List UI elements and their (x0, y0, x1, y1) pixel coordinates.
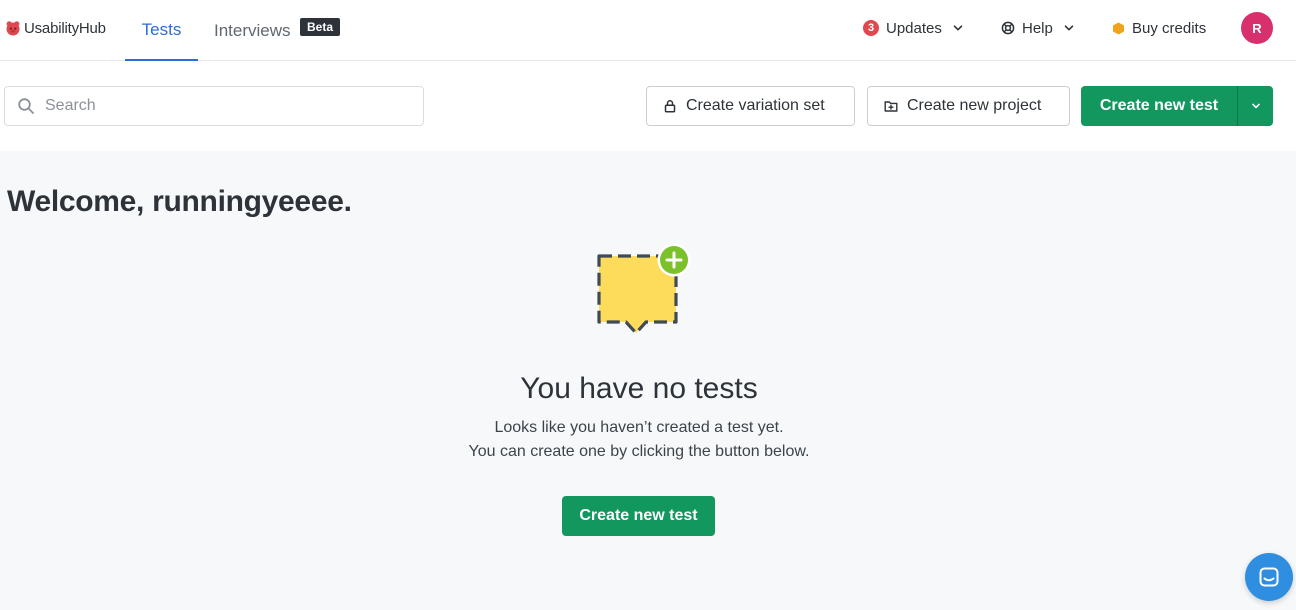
create-test-options-dropdown[interactable] (1237, 86, 1273, 126)
chevron-down-icon (953, 25, 963, 31)
welcome-heading: Welcome, runningyeeee. (7, 185, 352, 218)
empty-tests-illustration (597, 243, 691, 335)
search-box[interactable] (4, 86, 424, 126)
help-label: Help (1022, 19, 1053, 37)
create-variation-set-label: Create variation set (686, 97, 825, 114)
brand-name: UsabilityHub (24, 19, 106, 37)
credits-coin-icon (1113, 22, 1124, 34)
usabilityhub-logo-icon (6, 21, 20, 36)
create-new-project-button[interactable]: Create new project (867, 86, 1070, 126)
create-new-test-split-button: Create new test (1081, 86, 1273, 126)
chat-icon (1259, 567, 1279, 587)
folder-plus-icon (884, 101, 898, 112)
lock-icon (664, 100, 676, 113)
create-variation-set-button[interactable]: Create variation set (646, 86, 855, 126)
updates-label: Updates (886, 19, 942, 37)
user-avatar[interactable]: R (1241, 12, 1273, 44)
help-menu[interactable]: Help (1001, 18, 1074, 38)
buy-credits-label: Buy credits (1132, 19, 1207, 37)
search-icon (18, 98, 34, 114)
top-navigation: UsabilityHub Tests Interviews Beta 3 Upd… (0, 0, 1296, 61)
buy-credits-link[interactable]: Buy credits (1112, 18, 1206, 38)
empty-state-description-line1: Looks like you haven’t created a test ye… (494, 419, 784, 436)
empty-state-create-test-button[interactable]: Create new test (562, 496, 715, 536)
beta-badge: Beta (300, 18, 341, 36)
search-input[interactable] (45, 97, 405, 115)
brand-logo[interactable]: UsabilityHub (5, 19, 106, 37)
help-lifebuoy-icon (1001, 21, 1015, 35)
chevron-down-icon (1251, 103, 1260, 109)
updates-count-badge: 3 (863, 20, 879, 36)
toolbar: Create variation set Create new project … (0, 61, 1296, 151)
tab-tests[interactable]: Tests (125, 0, 198, 61)
empty-state-title: You have no tests (520, 372, 758, 405)
create-new-test-button[interactable]: Create new test (1081, 86, 1237, 126)
tab-interviews[interactable]: Interviews (214, 0, 291, 61)
empty-state-description-line2: You can create one by clicking the butto… (468, 443, 810, 460)
chat-widget-button[interactable] (1245, 553, 1293, 601)
chevron-down-icon (1064, 25, 1074, 31)
create-new-project-label: Create new project (907, 97, 1042, 114)
updates-menu[interactable]: 3 Updates (863, 18, 963, 38)
